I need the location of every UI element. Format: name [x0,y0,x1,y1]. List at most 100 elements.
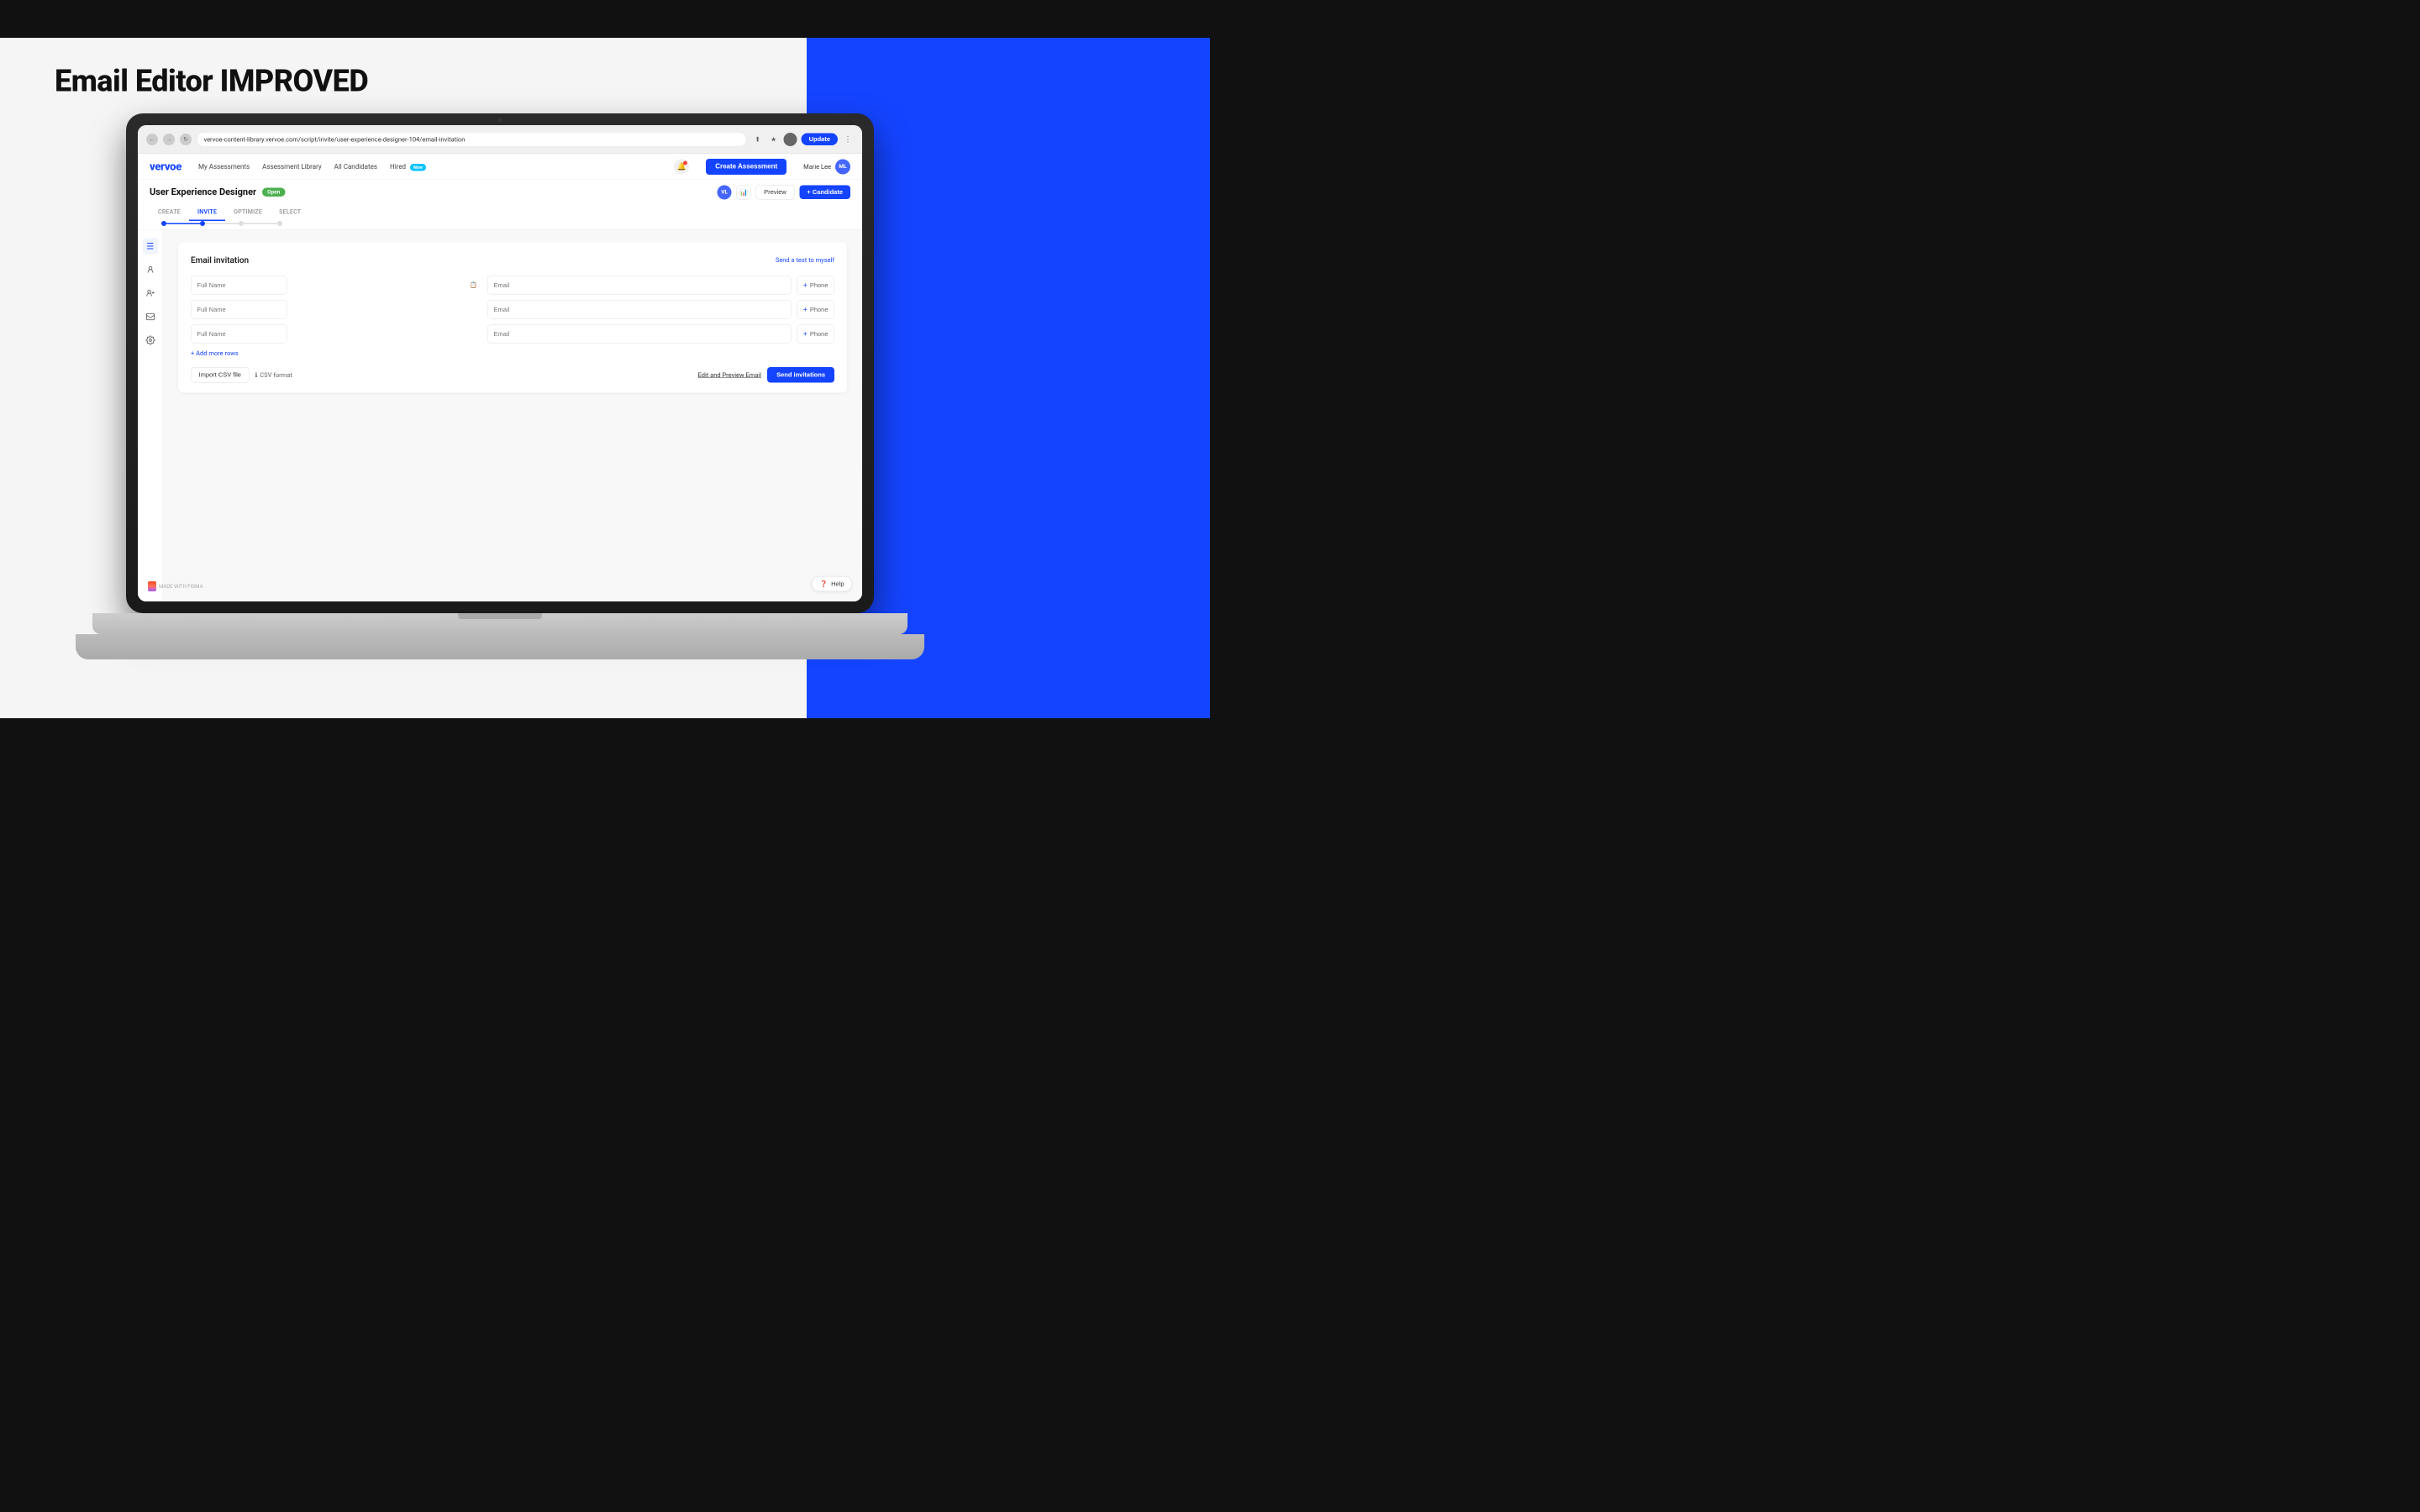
csv-format-icon: ℹ [255,371,257,379]
tab-invite[interactable]: INVITE [189,205,225,222]
csv-icon-1: 📋 [470,282,477,289]
back-button[interactable]: ← [146,134,158,145]
create-assessment-button[interactable]: Create Assessment [706,159,786,175]
user-avatar: ML [835,159,850,174]
progress-dot-4 [277,221,282,226]
figma-badge-label: MADE WITH FIGMA [159,584,203,590]
phone-button-1[interactable]: + Phone [797,276,834,295]
full-name-input-wrapper-3 [191,325,482,344]
share-icon[interactable]: ⬆ [752,134,764,145]
refresh-button[interactable]: ↻ [180,134,192,145]
vl-badge: VL [718,185,732,199]
sidebar-menu-icon[interactable]: ☰ [142,239,158,255]
browser-update-button[interactable]: Update [802,134,838,146]
full-name-input-2[interactable] [191,301,287,319]
laptop-base [92,613,908,634]
browser-actions: ⬆ ★ Update ⋮ [752,133,854,146]
assessment-title: User Experience Designer [150,187,256,198]
top-nav: vervoe My Assessments Assessment Library… [138,154,862,180]
url-text: vervoe-content-library.vervoe.com/script… [204,135,466,143]
notification-bell[interactable]: 🔔 [674,159,689,174]
form-row-2: + Phone [191,301,834,319]
add-rows-link[interactable]: + Add more rows [191,349,239,357]
progress-line-1 [166,223,200,224]
browser-user-avatar [784,133,797,146]
sidebar: ☰ [138,230,163,602]
sub-header: User Experience Designer Open VL 📊 Previ… [138,180,862,230]
laptop-device: ← → ↻ vervoe-content-library.vervoe.com/… [126,113,874,680]
email-card: Email invitation Send a test to myself 📋 [178,243,847,393]
laptop-screen: ← → ↻ vervoe-content-library.vervoe.com/… [138,125,862,601]
card-header: Email invitation Send a test to myself [191,255,834,265]
camera-dot [497,118,502,123]
tab-select[interactable]: SELECT [271,205,309,222]
add-candidate-button[interactable]: + Candidate [799,186,850,200]
phone-plus-icon-1: + [803,281,808,290]
send-invitations-button[interactable]: Send invitations [767,367,834,383]
status-badge: Open [262,188,285,197]
hired-badge: New [410,164,426,171]
tabs-row: CREATE INVITE OPTIMIZE SELECT [150,205,850,222]
notification-dot [683,160,687,165]
laptop-hinge [458,613,542,619]
url-bar[interactable]: vervoe-content-library.vervoe.com/script… [197,132,747,147]
sub-header-actions: VL 📊 Preview + Candidate [718,185,850,200]
main-body: ☰ [138,230,862,602]
progress-line-3 [244,223,277,224]
import-csv-button[interactable]: Import CSV file [191,367,249,383]
nav-all-candidates[interactable]: All Candidates [334,163,377,171]
edit-preview-email-link[interactable]: Edit and Preview Email [698,371,762,379]
sidebar-users-icon[interactable] [142,262,158,278]
phone-plus-icon-3: + [803,329,808,339]
sidebar-settings-icon[interactable] [142,333,158,349]
nav-my-assessments[interactable]: My Assessments [198,163,250,171]
form-row-1: 📋 + Phone [191,276,834,295]
phone-plus-icon-2: + [803,305,808,314]
user-name: Marie Lee [803,163,831,171]
card-title: Email invitation [191,255,249,265]
app-content: vervoe My Assessments Assessment Library… [138,154,862,601]
nav-hired[interactable]: Hired New [390,163,426,171]
phone-label-2: Phone [810,306,829,313]
sidebar-user-add-icon[interactable] [142,286,158,302]
brand-logo: vervoe [150,160,182,173]
send-test-link[interactable]: Send a test to myself [776,256,834,264]
forward-button[interactable]: → [163,134,175,145]
nav-links: My Assessments Assessment Library All Ca… [198,163,426,171]
chart-icon[interactable]: 📊 [737,185,751,199]
phone-label-1: Phone [810,281,829,289]
phone-button-2[interactable]: + Phone [797,301,834,319]
page-title: Email Editor IMPROVED [55,63,368,99]
user-area[interactable]: Marie Lee ML [803,159,850,174]
preview-button[interactable]: Preview [756,185,795,200]
phone-button-3[interactable]: + Phone [797,325,834,344]
email-input-2[interactable] [487,301,792,319]
full-name-input-1[interactable] [191,276,287,295]
email-input-1[interactable] [487,276,792,295]
sidebar-email-icon[interactable] [142,309,158,325]
browser-chrome: ← → ↻ vervoe-content-library.vervoe.com/… [138,125,862,154]
assessment-title-row: User Experience Designer Open VL 📊 Previ… [150,185,850,200]
email-input-3[interactable] [487,325,792,344]
bottom-row: Import CSV file ℹ CSV format Edit and Pr… [191,367,834,383]
figma-logo-icon [148,581,156,591]
add-rows-row: + Add more rows [191,349,834,358]
figma-badge: MADE WITH FIGMA [148,581,203,591]
full-name-input-3[interactable] [191,325,287,344]
form-row-3: + Phone [191,325,834,344]
bookmark-icon[interactable]: ★ [768,134,780,145]
progress-line-2 [205,223,239,224]
csv-format-link[interactable]: ℹ CSV format [255,371,292,379]
browser-menu-icon[interactable]: ⋮ [842,134,854,145]
content-area: Email invitation Send a test to myself 📋 [163,230,862,602]
full-name-input-wrapper-1: 📋 [191,276,482,295]
tab-optimize[interactable]: OPTIMIZE [225,205,271,222]
help-label: Help [831,580,844,588]
progress-indicator [150,221,850,229]
nav-assessment-library[interactable]: Assessment Library [262,163,321,171]
tab-create[interactable]: CREATE [150,205,189,222]
laptop-body: ← → ↻ vervoe-content-library.vervoe.com/… [126,113,874,613]
phone-label-3: Phone [810,330,829,338]
help-button[interactable]: ❓ Help [812,576,852,591]
help-icon: ❓ [820,580,828,588]
